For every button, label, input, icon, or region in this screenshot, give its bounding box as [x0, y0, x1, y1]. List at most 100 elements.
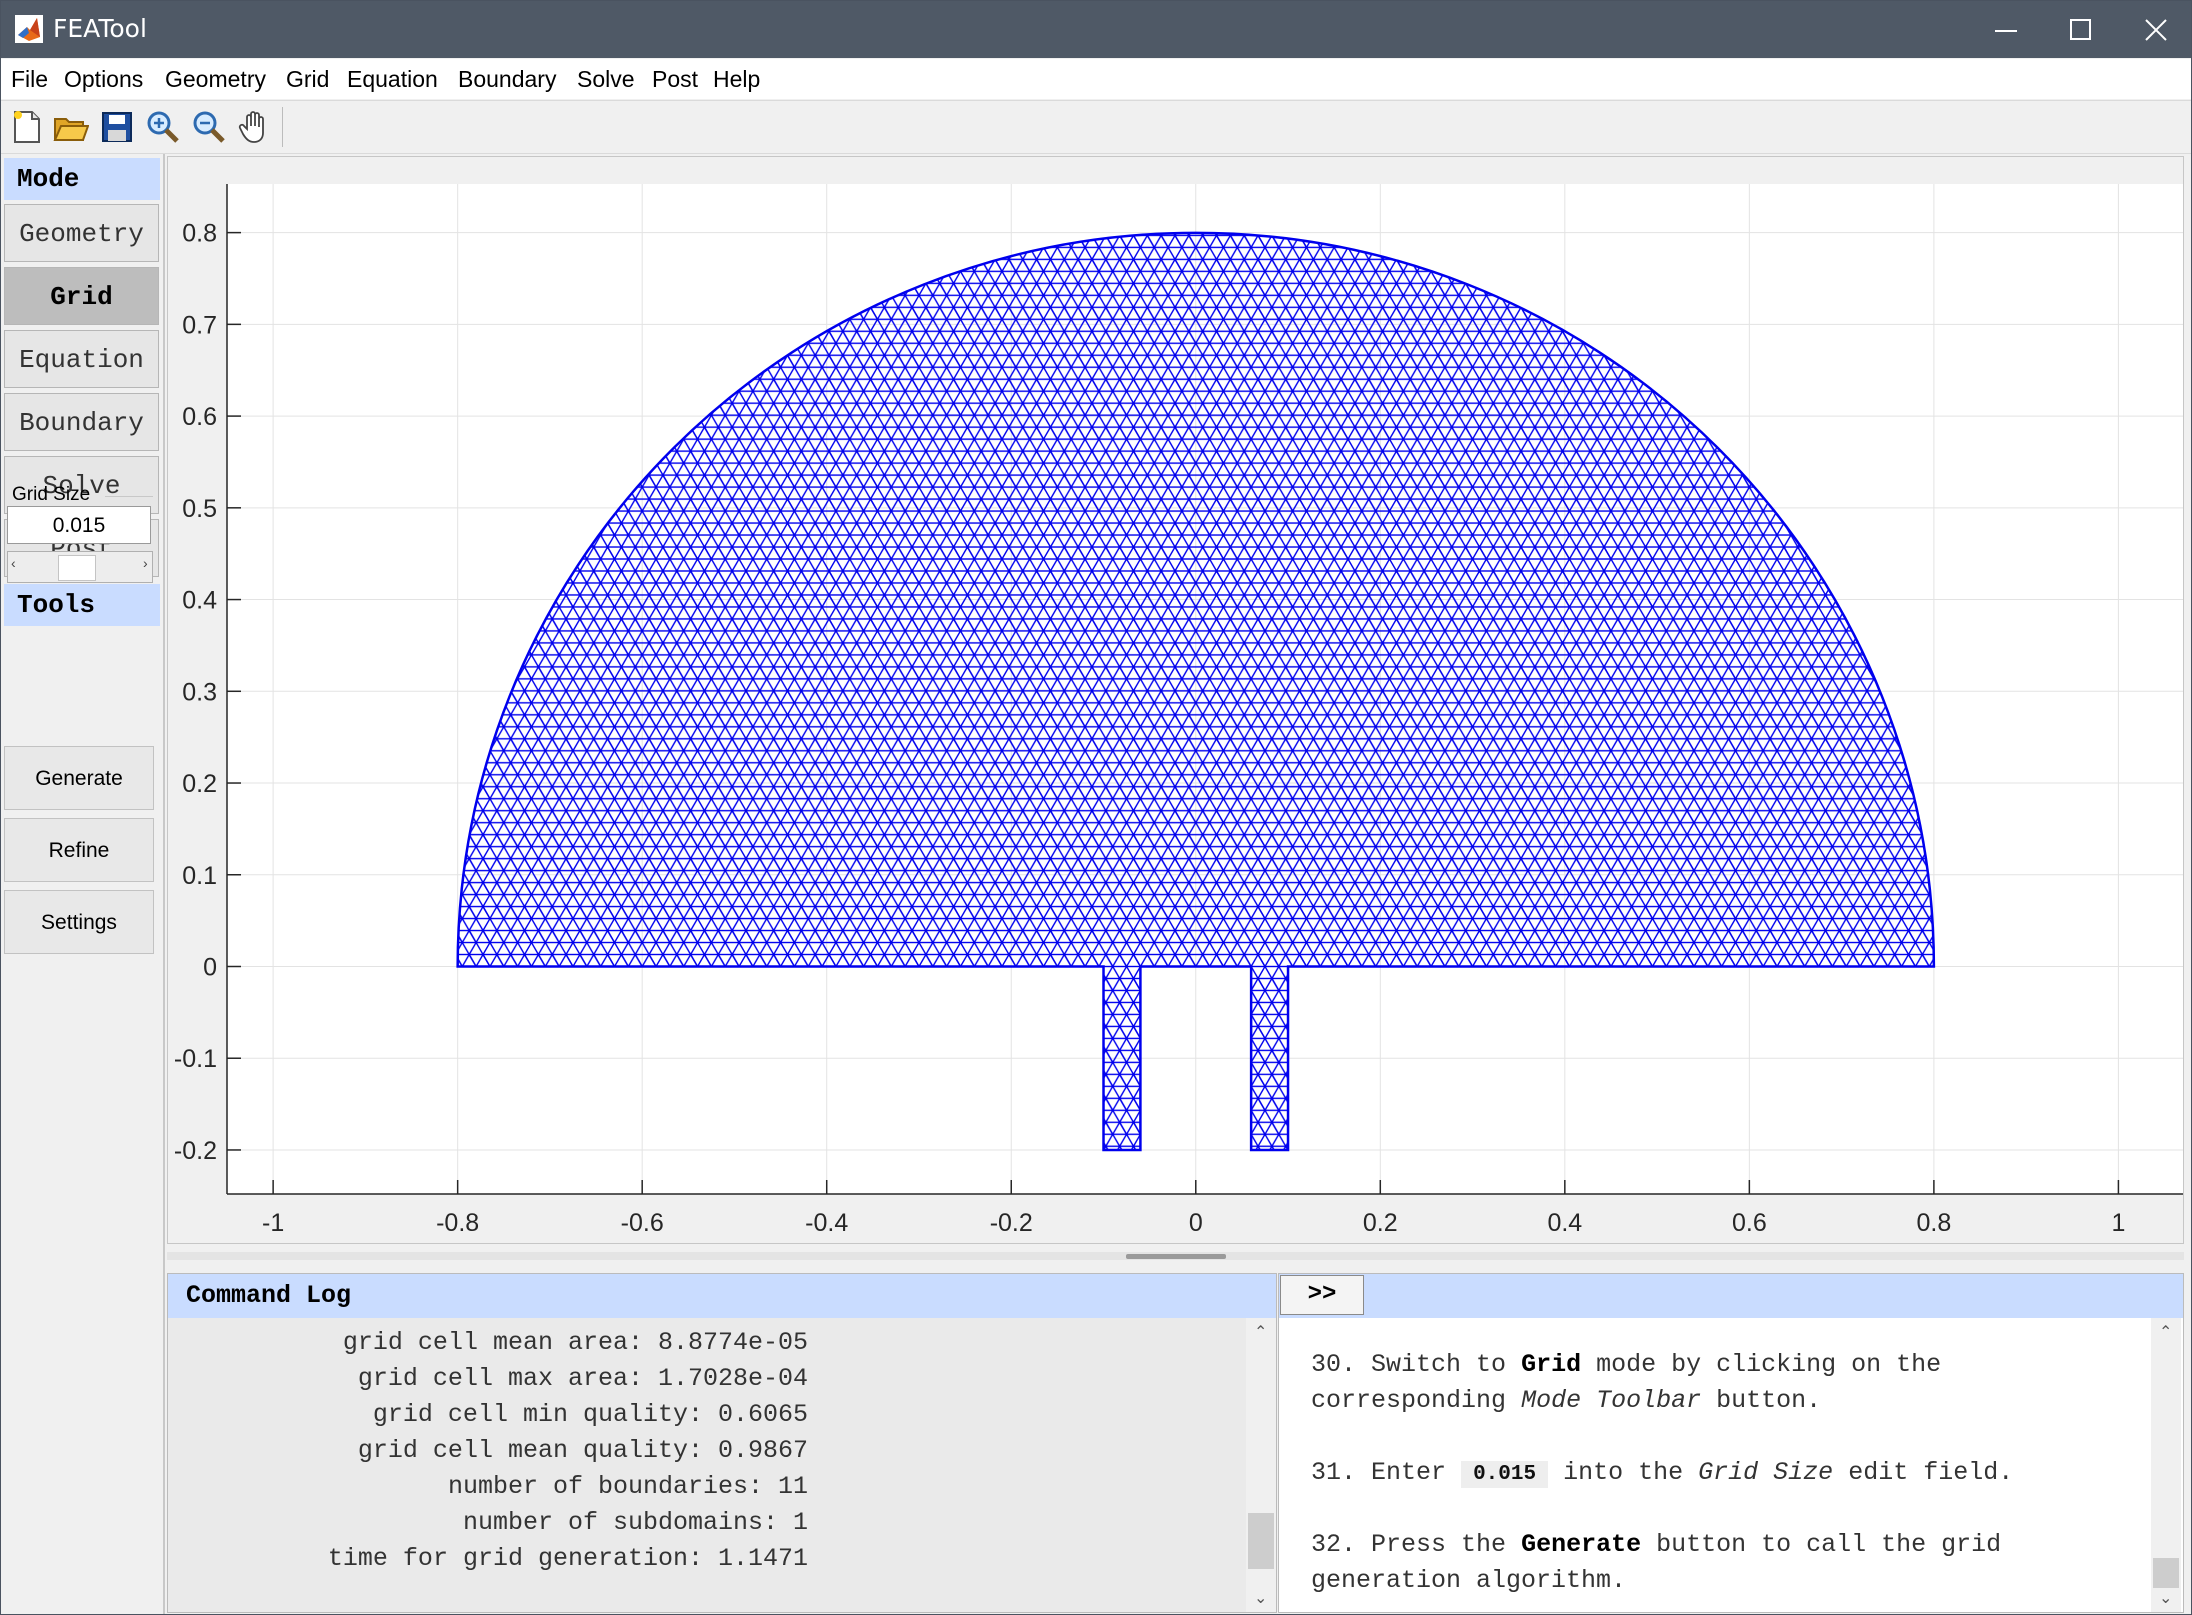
y-tick-label: 0.1: [182, 862, 217, 890]
menu-file[interactable]: File: [11, 66, 48, 93]
menu-bar: File Options Geometry Grid Equation Boun…: [1, 59, 2191, 99]
help-toggle-button[interactable]: >>: [1280, 1275, 1364, 1315]
menu-boundary[interactable]: Boundary: [458, 66, 556, 93]
tools-header: Tools: [4, 584, 160, 626]
log-line: grid cell max area: 1.7028e-04: [357, 1364, 808, 1393]
log-scroll-thumb[interactable]: [1248, 1513, 1274, 1569]
x-tick-label: 0.4: [1547, 1209, 1582, 1237]
x-tick-label: -1: [262, 1209, 284, 1237]
help-step-32-line1: 32. Press the Generate button to call th…: [1311, 1530, 2002, 1559]
generate-button[interactable]: Generate: [4, 746, 154, 810]
minimize-icon: [1995, 30, 2017, 32]
mode-button-boundary[interactable]: Boundary: [4, 393, 159, 451]
new-file-button[interactable]: [9, 109, 45, 145]
mode-sidebar: Mode Geometry Grid Equation Boundary Sol…: [1, 154, 165, 1614]
new-file-icon: [14, 111, 40, 143]
title-bar: FEATool: [1, 1, 2191, 58]
toolbar: [1, 100, 2191, 154]
log-line: grid cell min quality: 0.6065: [372, 1400, 808, 1429]
help-text: 30. Switch to Grid mode by clicking on t…: [1279, 1318, 2151, 1612]
menu-solve[interactable]: Solve: [577, 66, 635, 93]
grid-size-divider: [105, 496, 153, 497]
menu-options[interactable]: Options: [64, 66, 143, 93]
window-title: FEATool: [53, 14, 147, 43]
log-scrollbar[interactable]: ⌃ ⌄: [1246, 1318, 1276, 1612]
grid-size-label: Grid Size: [12, 484, 91, 505]
zoom-out-icon: [193, 111, 225, 143]
scroll-up-icon[interactable]: ⌃: [1254, 1322, 1267, 1342]
grid-size-slider[interactable]: ‹ ›: [7, 551, 153, 583]
command-log-body: grid cell mean area: 8.8774e-05 grid cel…: [168, 1318, 1246, 1612]
mode-button-geometry[interactable]: Geometry: [4, 204, 159, 262]
y-tick-label: -0.1: [174, 1045, 217, 1073]
help-step-30-line2: corresponding Mode Toolbar button.: [1311, 1386, 1822, 1415]
refine-button[interactable]: Refine: [4, 818, 154, 882]
grid-size-input[interactable]: 0.015: [7, 506, 151, 544]
menu-equation[interactable]: Equation: [347, 66, 438, 93]
menu-post[interactable]: Post: [652, 66, 698, 93]
x-tick-label: -0.2: [990, 1209, 1033, 1237]
command-log-panel: Command Log grid cell mean area: 8.8774e…: [167, 1273, 1277, 1613]
help-scrollbar[interactable]: ⌃ ⌄: [2151, 1318, 2181, 1612]
maximize-icon: [2070, 19, 2091, 40]
y-tick-label: 0.7: [182, 311, 217, 339]
help-step-30-line1: 30. Switch to Grid mode by clicking on t…: [1311, 1350, 1942, 1379]
x-tick-label: -0.8: [436, 1209, 479, 1237]
panel-splitter[interactable]: [167, 1252, 2184, 1260]
x-tick-label: 1: [2111, 1209, 2125, 1237]
mode-header: Mode: [4, 158, 160, 200]
menu-help[interactable]: Help: [713, 66, 760, 93]
help-step-32-line2: generation algorithm.: [1311, 1566, 1627, 1595]
x-tick-label: -0.4: [805, 1209, 848, 1237]
mode-button-grid[interactable]: Grid: [4, 267, 159, 325]
scroll-down-icon[interactable]: ⌄: [2159, 1588, 2172, 1608]
help-scroll-thumb[interactable]: [2153, 1558, 2179, 1588]
open-button[interactable]: [53, 109, 90, 145]
log-line: grid cell mean area: 8.8774e-05: [342, 1328, 808, 1357]
plot-panel: -1 -0.8 -0.6 -0.4 -0.2 0 0.2 0.4 0.6 0.8 1 0.8 0.7 0.…: [167, 156, 2184, 1244]
menu-geometry[interactable]: Geometry: [165, 66, 266, 93]
open-folder-icon: [53, 118, 90, 141]
y-tick-label: 0.5: [182, 495, 217, 523]
y-tick-label: -0.2: [174, 1137, 217, 1165]
command-log-header: Command Log: [168, 1274, 1276, 1318]
mesh-plot[interactable]: -1 -0.8 -0.6 -0.4 -0.2 0 0.2 0.4 0.6 0.8 1 0.8 0.7 0.…: [168, 157, 2183, 1243]
close-button[interactable]: [2111, 1, 2192, 58]
help-header: >>: [1279, 1274, 2183, 1318]
splitter-grip[interactable]: [1126, 1254, 1226, 1259]
mode-button-equation[interactable]: Equation: [4, 330, 159, 388]
scroll-down-icon[interactable]: ⌄: [1254, 1588, 1267, 1608]
x-tick-label: 0.6: [1732, 1209, 1767, 1237]
grid-size-value-chip: 0.015: [1461, 1461, 1549, 1488]
slider-thumb[interactable]: [58, 555, 96, 581]
y-tick-label: 0.2: [182, 770, 217, 798]
y-tick-label: 0.6: [182, 403, 217, 431]
log-line: number of boundaries: 11: [447, 1472, 808, 1501]
zoom-in-button[interactable]: [145, 109, 181, 145]
help-step-31: 31. Enter 0.015 into the Grid Size edit …: [1311, 1458, 2014, 1488]
pan-hand-icon: [238, 111, 264, 143]
log-line: time for grid generation: 1.1471: [327, 1544, 808, 1573]
x-tick-label: -0.6: [621, 1209, 664, 1237]
scroll-up-icon[interactable]: ⌃: [2159, 1322, 2172, 1342]
log-line: grid cell mean quality: 0.9867: [357, 1436, 808, 1465]
slider-right-arrow-icon[interactable]: ›: [143, 555, 148, 571]
log-line: number of subdomains: 1: [462, 1508, 808, 1537]
toolbar-separator: [282, 107, 283, 147]
slider-left-arrow-icon[interactable]: ‹: [11, 555, 16, 571]
zoom-in-icon: [147, 111, 179, 143]
menu-grid[interactable]: Grid: [286, 66, 329, 93]
y-tick-label: 0.8: [182, 220, 217, 248]
zoom-out-button[interactable]: [191, 109, 227, 145]
close-icon: [2145, 19, 2167, 41]
save-button[interactable]: [99, 109, 135, 145]
app-window: FEATool File Options Geometry Grid Equat…: [0, 0, 2192, 1615]
settings-button[interactable]: Settings: [4, 890, 154, 954]
matlab-logo-icon: [15, 15, 43, 43]
y-tick-label: 0: [203, 953, 217, 981]
y-tick-label: 0.3: [182, 678, 217, 706]
help-panel: >> 30. Switch to Grid mode by clicking o…: [1278, 1273, 2184, 1613]
x-tick-label: 0: [1189, 1209, 1203, 1237]
pan-button[interactable]: [237, 109, 273, 145]
y-tick-label: 0.4: [182, 587, 217, 615]
